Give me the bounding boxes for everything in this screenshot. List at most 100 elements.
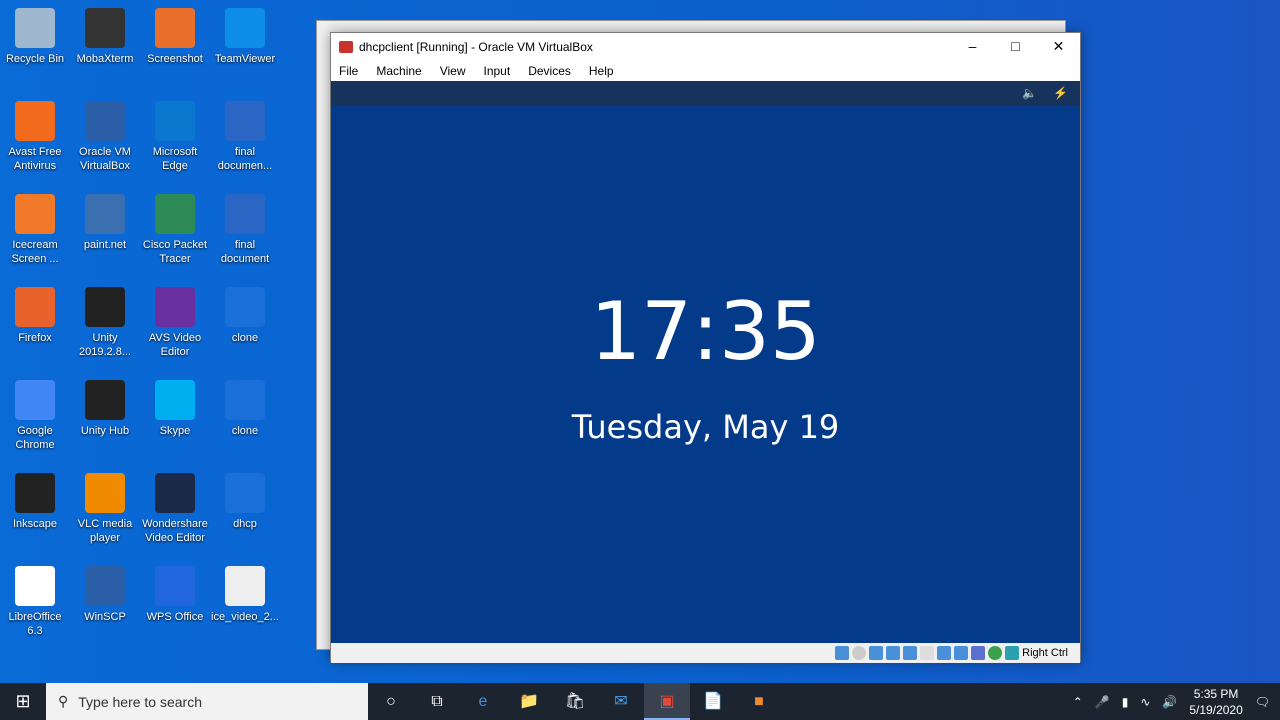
battery-icon[interactable]: ▮ — [1122, 695, 1129, 709]
shared-folders-icon[interactable] — [920, 646, 935, 660]
app-icon — [155, 8, 195, 48]
menu-help[interactable]: Help — [589, 64, 614, 78]
maximize-button[interactable]: □ — [994, 38, 1037, 55]
desktop-icon-label: Recycle Bin — [5, 53, 65, 65]
desktop-icon[interactable]: paint.net — [70, 194, 140, 252]
desktop-icon[interactable]: WPS Office — [140, 566, 210, 624]
microphone-icon[interactable]: 🎤 — [1095, 695, 1110, 709]
desktop-icon[interactable]: dhcp — [210, 473, 280, 531]
menu-view[interactable]: View — [440, 64, 466, 78]
screenshot-taskbar-icon[interactable]: ■ — [736, 683, 782, 720]
edge-icon[interactable]: e — [460, 683, 506, 720]
display-icon[interactable] — [937, 646, 952, 660]
optical-drive-icon[interactable] — [852, 646, 867, 660]
store-icon[interactable]: 🛍 — [552, 683, 598, 720]
desktop-icon[interactable]: Unity 2019.2.8... — [70, 287, 140, 359]
desktop-icon[interactable]: Recycle Bin — [0, 8, 70, 66]
hard-disk-icon[interactable] — [835, 646, 850, 660]
menu-machine[interactable]: Machine — [376, 64, 421, 78]
chevron-up-icon[interactable]: ⌃ — [1073, 695, 1083, 709]
app-icon — [15, 287, 55, 327]
app-icon — [225, 566, 265, 606]
document-taskbar-icon[interactable]: 📄 — [690, 683, 736, 720]
desktop-icon[interactable]: Microsoft Edge — [140, 101, 210, 173]
wifi-icon[interactable]: ∿ — [1140, 695, 1150, 709]
app-icon — [15, 473, 55, 513]
notifications-icon[interactable]: 🗨 — [1255, 695, 1270, 709]
app-icon — [85, 566, 125, 606]
search-box[interactable]: ⚲ Type here to search — [46, 683, 368, 720]
desktop-icon[interactable]: ice_video_2... — [210, 566, 280, 624]
tray-time: 5:35 PM — [1193, 686, 1239, 701]
menu-input[interactable]: Input — [484, 64, 511, 78]
power-icon[interactable]: ⚡ — [1053, 86, 1068, 100]
host-key-label: Right Ctrl — [1022, 647, 1068, 659]
system-tray: ⌃ 🎤 ▮ ∿ 🔊 5:35 PM 5/19/2020 🗨 — [1073, 686, 1280, 718]
recording-icon[interactable] — [954, 646, 969, 660]
start-button[interactable]: ⊞ — [0, 691, 46, 712]
desktop-icon[interactable]: Oracle VM VirtualBox — [70, 101, 140, 173]
desktop-icon-label: clone — [231, 332, 259, 344]
desktop-icon[interactable]: Screenshot — [140, 8, 210, 66]
taskbar: ⊞ ⚲ Type here to search ○ ⧉ e 📁 🛍 ✉ ▣ 📄 … — [0, 683, 1280, 720]
desktop-icon-label: Google Chrome — [15, 425, 55, 451]
desktop-icon[interactable]: Google Chrome — [0, 380, 70, 452]
network-icon[interactable] — [886, 646, 901, 660]
desktop-icon[interactable]: Firefox — [0, 287, 70, 345]
close-button[interactable]: ✕ — [1037, 38, 1080, 55]
desktop-icon[interactable]: AVS Video Editor — [140, 287, 210, 359]
desktop-icon[interactable]: WinSCP — [70, 566, 140, 624]
desktop-icon-label: Wondershare Video Editor — [142, 518, 208, 544]
app-icon — [15, 101, 55, 141]
tray-clock[interactable]: 5:35 PM 5/19/2020 — [1189, 686, 1242, 718]
desktop-icon[interactable]: TeamViewer — [210, 8, 280, 66]
desktop-icon[interactable]: MobaXterm — [70, 8, 140, 66]
app-icon — [85, 101, 125, 141]
app-icon — [155, 194, 195, 234]
desktop-icon[interactable]: Skype — [140, 380, 210, 438]
vm-lock-screen[interactable]: 17:35 Tuesday, May 19 — [331, 105, 1080, 643]
volume-icon[interactable]: 🔈 — [1022, 86, 1037, 100]
lock-clock: 17:35 — [590, 285, 821, 378]
desktop-icon-label: Microsoft Edge — [152, 146, 198, 172]
desktop-icon[interactable]: Icecream Screen ... — [0, 194, 70, 266]
desktop-icon[interactable]: clone — [210, 287, 280, 345]
audio-icon[interactable] — [869, 646, 884, 660]
desktop-icon-label: LibreOffice 6.3 — [8, 611, 62, 637]
desktop-icon[interactable]: clone — [210, 380, 280, 438]
desktop-icon[interactable]: Avast Free Antivirus — [0, 101, 70, 173]
usb-icon[interactable] — [903, 646, 918, 660]
minimize-button[interactable]: – — [951, 38, 994, 55]
menu-devices[interactable]: Devices — [528, 64, 571, 78]
mouse-integration-icon[interactable] — [1005, 646, 1020, 660]
desktop-icon[interactable]: Wondershare Video Editor — [140, 473, 210, 545]
desktop-icon[interactable]: Cisco Packet Tracer — [140, 194, 210, 266]
app-icon — [225, 287, 265, 327]
app-icon — [155, 101, 195, 141]
cortana-icon[interactable]: ○ — [368, 683, 414, 720]
desktop-icon-label: Firefox — [18, 332, 52, 344]
virtualbox-window[interactable]: dhcpclient [Running] - Oracle VM Virtual… — [330, 32, 1081, 663]
vm-top-bar: 🔈 ⚡ — [331, 81, 1080, 105]
desktop-icon[interactable]: LibreOffice 6.3 — [0, 566, 70, 638]
desktop-icon-label: final document — [220, 239, 270, 265]
desktop-icon-label: MobaXterm — [76, 53, 134, 65]
desktop-icon-label: dhcp — [233, 518, 257, 530]
desktop-icon[interactable]: Inkscape — [0, 473, 70, 531]
desktop-icon[interactable]: VLC media player — [70, 473, 140, 545]
desktop-icon[interactable]: Unity Hub — [70, 380, 140, 438]
desktop-icon[interactable]: final document — [210, 194, 280, 266]
guest-additions-icon[interactable] — [988, 646, 1003, 660]
file-explorer-icon[interactable]: 📁 — [506, 683, 552, 720]
desktop-icon-label: Icecream Screen ... — [11, 239, 59, 265]
desktop-icon[interactable]: final documen... — [210, 101, 280, 173]
vt-x-icon[interactable] — [971, 646, 986, 660]
app-icon — [155, 287, 195, 327]
virtualbox-taskbar-icon[interactable]: ▣ — [644, 683, 690, 720]
speaker-icon[interactable]: 🔊 — [1162, 695, 1177, 709]
menu-file[interactable]: File — [339, 64, 358, 78]
app-icon — [225, 8, 265, 48]
title-bar[interactable]: dhcpclient [Running] - Oracle VM Virtual… — [331, 33, 1080, 60]
mail-icon[interactable]: ✉ — [598, 683, 644, 720]
task-view-icon[interactable]: ⧉ — [414, 683, 460, 720]
